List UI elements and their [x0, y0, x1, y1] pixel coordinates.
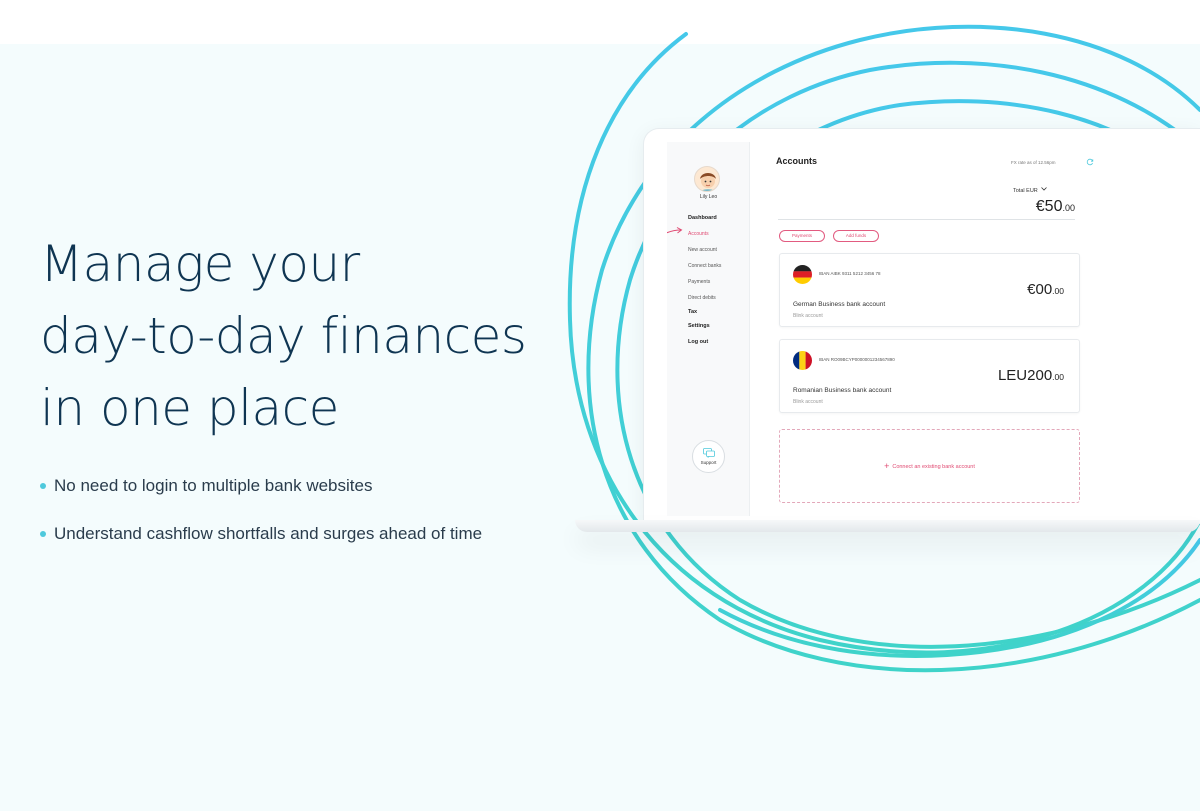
feature-item: Understand cashflow shortfalls and surge… [40, 522, 600, 546]
sidebar-item-payments[interactable]: Payments [688, 278, 721, 294]
sidebar-item-connect-banks[interactable]: Connect banks [688, 262, 721, 278]
chat-bubble-icon [703, 448, 715, 458]
plus-icon: + [884, 461, 890, 471]
germany-flag-icon [793, 265, 812, 284]
account-card-romanian[interactable]: IBAN RO09BCYP0000001234567890 Romanian B… [779, 339, 1080, 413]
account-name: Romanian Business bank account [793, 387, 892, 394]
top-strip [0, 0, 1200, 44]
headline-line: day-to-day finances [40, 307, 527, 365]
account-balance-dec: .00 [1052, 372, 1064, 382]
connect-bank-label: + Connect an existing bank account [780, 461, 1079, 471]
total-balance-dec: .00 [1062, 203, 1075, 213]
romania-flag-icon [793, 351, 812, 370]
avatar[interactable] [694, 166, 720, 192]
divider [778, 219, 1075, 220]
total-balance-int: €50 [1035, 198, 1063, 215]
sidebar-item-settings[interactable]: Settings [688, 322, 721, 338]
sidebar-item-tax[interactable]: Tax [688, 308, 721, 322]
app-screen: Lily Leo Dashboard Accounts New account … [667, 142, 1200, 516]
headline-line: in one place [40, 379, 339, 437]
account-balance-dec: .00 [1052, 286, 1064, 296]
bullet-dot-icon [40, 531, 46, 537]
feature-list: No need to login to multiple bank websit… [40, 474, 600, 570]
headline-line: Manage your [40, 235, 360, 293]
account-iban: IBAN RO09BCYP0000001234567890 [819, 357, 895, 362]
sidebar-nav: Dashboard Accounts New account Connect b… [688, 214, 721, 354]
sidebar-item-log-out[interactable]: Log out [688, 338, 721, 354]
support-button[interactable]: Support [692, 440, 725, 473]
total-balance: €50.00 [990, 198, 1075, 216]
bullet-dot-icon [40, 483, 46, 489]
account-iban: IBAN AIBK 9311 5212 3456 78 [819, 271, 881, 276]
laptop-base [575, 520, 1200, 532]
connect-bank-text: Connect an existing bank account [892, 464, 975, 470]
feature-text: No need to login to multiple bank websit… [54, 476, 373, 495]
sidebar-item-accounts[interactable]: Accounts [688, 230, 721, 246]
payments-button[interactable]: Payments [779, 230, 825, 242]
support-label: Support [700, 460, 717, 465]
sidebar-item-direct-debits[interactable]: Direct debits [688, 294, 721, 308]
headline: Manage your day-to-day finances in one p… [40, 228, 600, 444]
account-balance-int: €00 [1027, 281, 1053, 298]
user-name: Lily Leo [699, 194, 718, 200]
feature-item: No need to login to multiple bank websit… [40, 474, 600, 498]
account-balance-int: LEU200 [997, 367, 1053, 384]
user-avatar-icon [700, 173, 716, 191]
account-balance: LEU200.00 [940, 367, 1064, 384]
account-provider: Blink account [793, 399, 823, 405]
page-title: Accounts [776, 156, 818, 166]
chevron-down-icon [1041, 187, 1048, 191]
sidebar-item-dashboard[interactable]: Dashboard [688, 214, 721, 230]
fx-rate-label: FX rate as of 12.56pm [1011, 160, 1056, 165]
total-currency-select[interactable]: Total EUR [1013, 187, 1048, 194]
hero-section: Manage your day-to-day finances in one p… [40, 228, 600, 444]
account-provider: Blink account [793, 313, 823, 319]
sidebar: Lily Leo Dashboard Accounts New account … [667, 142, 750, 516]
accounts-panel: Accounts FX rate as of 12.56pm Total EUR… [750, 142, 1200, 516]
refresh-icon[interactable] [1086, 158, 1094, 166]
total-label: Total EUR [1013, 188, 1038, 194]
account-card-german[interactable]: IBAN AIBK 9311 5212 3456 78 German Busin… [779, 253, 1080, 327]
pointer-arrow-icon [667, 227, 683, 234]
connect-bank-button[interactable]: + Connect an existing bank account [779, 429, 1080, 503]
feature-text: Understand cashflow shortfalls and surge… [54, 524, 483, 543]
add-funds-button[interactable]: Add funds [833, 230, 879, 242]
account-balance: €00.00 [940, 281, 1064, 298]
account-name: German Business bank account [793, 301, 886, 308]
sidebar-item-new-account[interactable]: New account [688, 246, 721, 262]
